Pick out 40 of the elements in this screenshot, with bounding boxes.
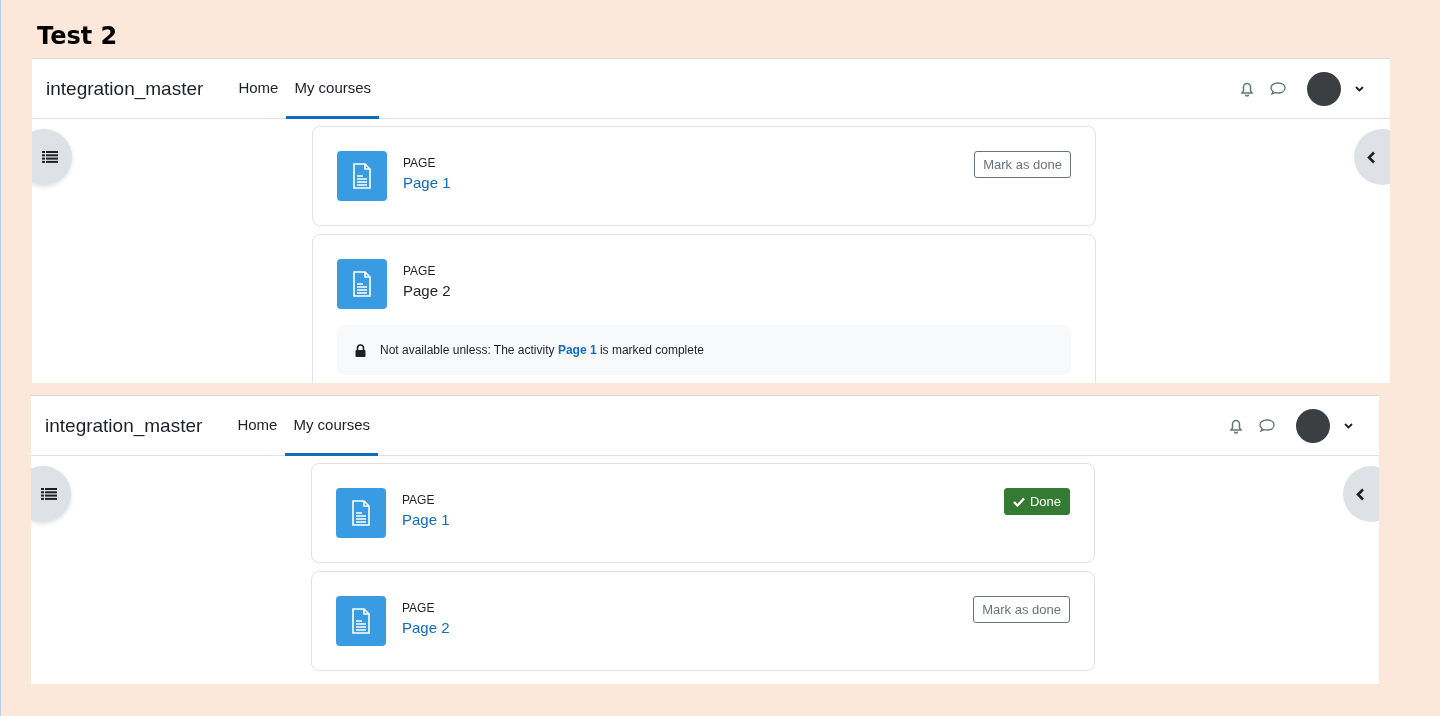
activity-link[interactable]: Page 1: [557, 343, 597, 357]
nav-tab[interactable]: My courses: [285, 396, 379, 456]
document-icon: [352, 163, 372, 189]
lock-icon: [355, 343, 366, 357]
document-icon: [351, 608, 371, 634]
caret-icon[interactable]: [1355, 85, 1364, 92]
done-button[interactable]: Done: [1003, 488, 1070, 515]
chevron-left-icon: [1356, 487, 1365, 501]
mark-as-done-button[interactable]: Mark as done: [974, 151, 1071, 178]
activity-type-label: PAGE: [403, 156, 437, 170]
site-name[interactable]: integration_master: [46, 77, 204, 100]
mark-as-done-button[interactable]: Mark as done: [973, 596, 1070, 623]
chevron-left-icon: [1367, 150, 1376, 164]
activity-link[interactable]: Page 1: [403, 174, 451, 191]
list-icon: [42, 151, 58, 163]
checkmark-icon: [1012, 496, 1025, 507]
page-heading: Test 2: [37, 22, 119, 50]
activity-type-label: PAGE: [403, 264, 437, 278]
drawer-toggle-button[interactable]: [31, 466, 71, 522]
list-icon: [41, 488, 57, 500]
bell-icon[interactable]: [1239, 80, 1255, 97]
activity-type-label: PAGE: [402, 601, 436, 615]
nav-tab[interactable]: Home: [229, 396, 286, 456]
document-icon: [352, 271, 372, 297]
activity-type-label: PAGE: [402, 493, 436, 507]
nav-tab[interactable]: My courses: [286, 59, 380, 119]
activity-name: Page 2: [403, 282, 451, 299]
activity-link[interactable]: Page 1: [402, 511, 450, 528]
nav-tab[interactable]: Home: [230, 59, 287, 119]
avatar[interactable]: [1296, 408, 1330, 443]
document-icon: [351, 500, 371, 526]
caret-icon[interactable]: [1344, 422, 1353, 429]
chat-icon[interactable]: [1269, 80, 1287, 97]
restriction-text: Not available unless: The activity Page 1 is marked complete: [380, 343, 704, 357]
bell-icon[interactable]: [1228, 417, 1244, 434]
avatar[interactable]: [1307, 71, 1341, 106]
site-name[interactable]: integration_master: [45, 414, 203, 437]
drawer-toggle-button[interactable]: [32, 129, 72, 185]
activity-link[interactable]: Page 2: [402, 619, 450, 636]
chat-icon[interactable]: [1258, 417, 1276, 434]
